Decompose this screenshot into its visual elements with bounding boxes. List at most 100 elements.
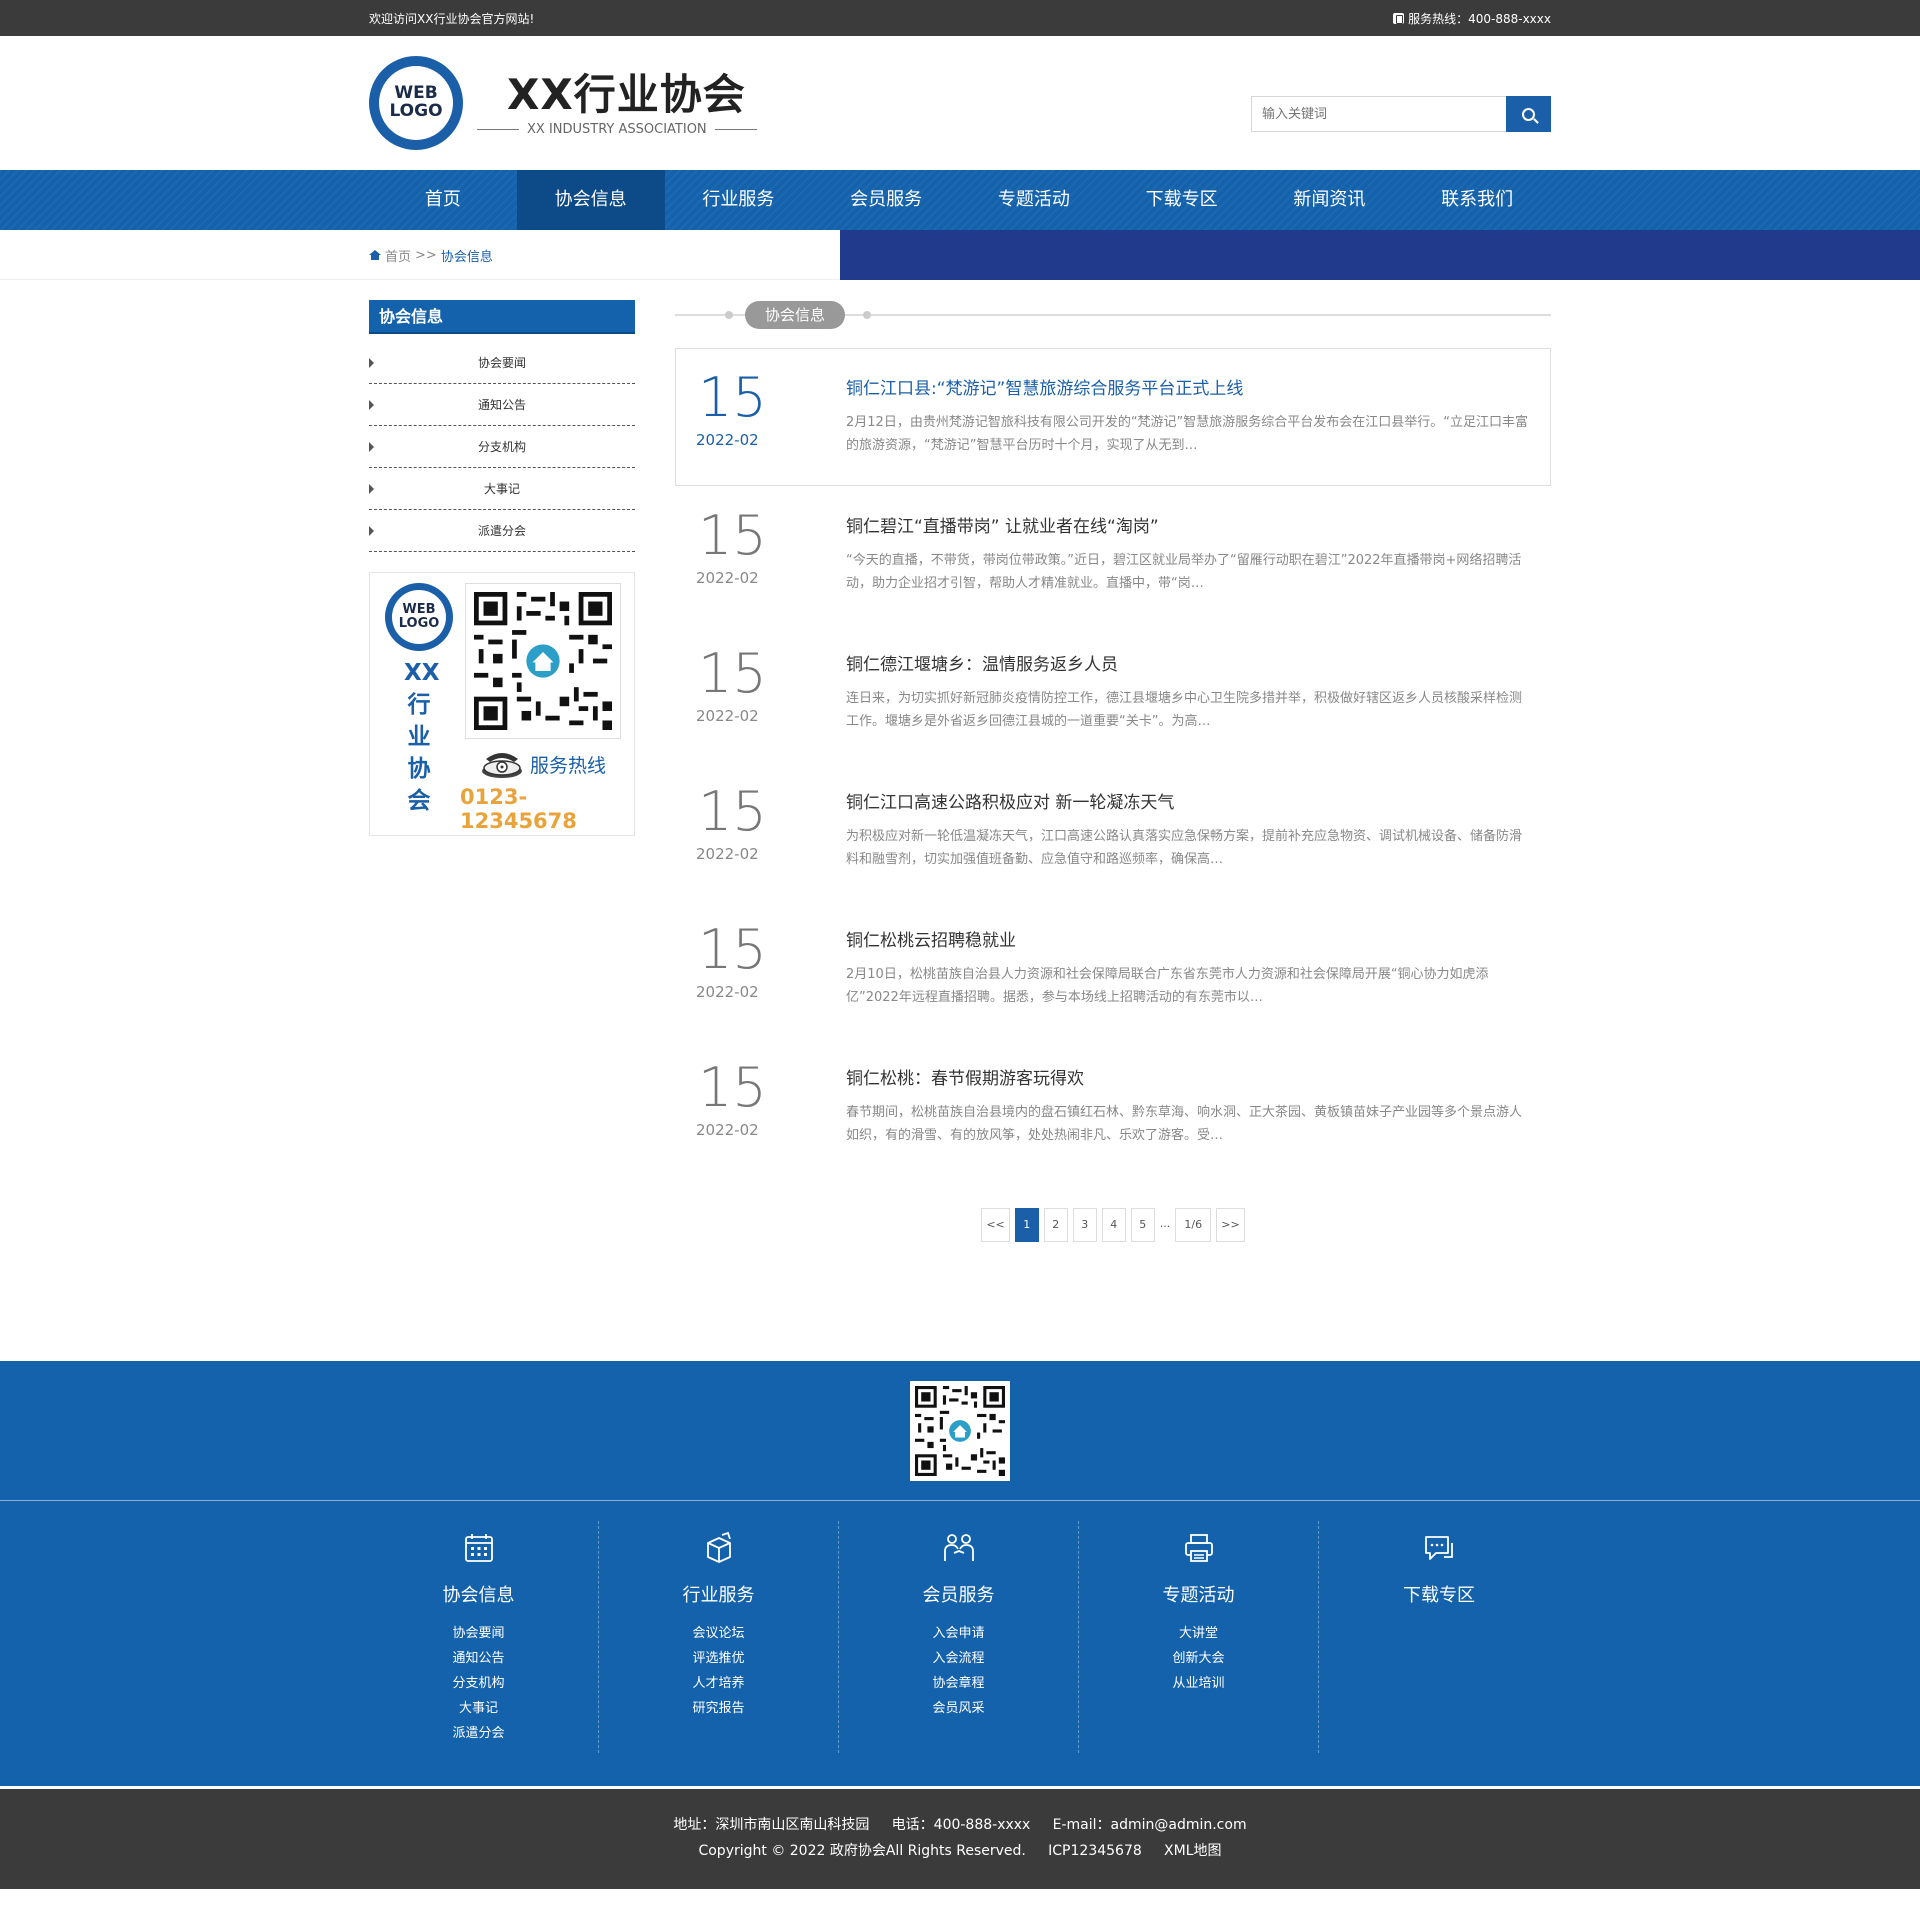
news-title[interactable]: 铜仁松桃：春节假期游客玩得欢 xyxy=(846,1059,1530,1099)
sidebar-item-chronicle[interactable]: 大事记 xyxy=(369,468,635,510)
calendar-icon xyxy=(464,1534,493,1562)
news-summary: 为积极应对新一轮低温凝冻天气，江口高速公路认真落实应急保畅方案，提前补充应急物资… xyxy=(846,829,1523,867)
footer-sitemap-link[interactable]: XML地图 xyxy=(1164,1843,1221,1859)
site-name: XX行业协会 xyxy=(507,69,746,119)
news-summary: “今天的直播，不带货，带岗位带政策。”近日，碧江区就业局举办了“留雁行动职在碧江… xyxy=(846,553,1522,591)
news-item[interactable]: 15 2022-02 铜仁松桃：春节假期游客玩得欢 春节期间，松桃苗族自治县境内… xyxy=(675,1038,1551,1176)
footer-divider xyxy=(0,1500,1920,1501)
qr-code-icon xyxy=(915,1386,1005,1476)
search-input[interactable] xyxy=(1251,96,1506,132)
sidebar-item-branches[interactable]: 分支机构 xyxy=(369,426,635,468)
caret-right-icon xyxy=(369,526,374,536)
section-header: 协会信息 xyxy=(675,300,1551,330)
footer-link[interactable]: 从业培训 xyxy=(1079,1671,1318,1696)
news-item[interactable]: 15 2022-02 铜仁松桃云招聘稳就业 2月10日，松桃苗族自治县人力资源和… xyxy=(675,900,1551,1038)
footer-link[interactable]: 会议论坛 xyxy=(599,1621,838,1646)
news-title[interactable]: 铜仁德江堰塘乡：温情服务返乡人员 xyxy=(846,645,1530,685)
home-icon xyxy=(369,250,381,260)
nav-item-downloads[interactable]: 下载专区 xyxy=(1108,170,1256,230)
footer-bottom: 地址：深圳市南山区南山科技园 电话：400-888-xxxx E-mail：ad… xyxy=(0,1789,1920,1889)
news-title[interactable]: 铜仁江口县:“梵游记”智慧旅游综合服务平台正式上线 xyxy=(846,369,1530,409)
footer-contact-line: 地址：深圳市南山区南山科技园 电话：400-888-xxxx E-mail：ad… xyxy=(0,1812,1920,1838)
news-summary: 2月12日，由贵州梵游记智旅科技有限公司开发的“梵游记”智慧旅游服务综合平台发布… xyxy=(846,415,1529,453)
footer-link[interactable]: 研究报告 xyxy=(599,1696,838,1721)
sidebar-item-news[interactable]: 协会要闻 xyxy=(369,342,635,384)
vertical-char: 业 xyxy=(407,724,431,750)
site-logo[interactable]: WEB LOGO xyxy=(369,56,463,150)
card-logo-line1: WEB xyxy=(402,602,436,618)
nav-item-industry-service[interactable]: 行业服务 xyxy=(665,170,813,230)
footer-link[interactable]: 入会流程 xyxy=(839,1646,1078,1671)
footer-col-title[interactable]: 协会信息 xyxy=(359,1581,598,1607)
breadcrumb-current[interactable]: 协会信息 xyxy=(441,246,493,265)
pager-prev[interactable]: << xyxy=(981,1208,1010,1242)
search-button[interactable] xyxy=(1506,96,1551,132)
footer-link[interactable]: 入会申请 xyxy=(839,1621,1078,1646)
nav-item-news[interactable]: 新闻资讯 xyxy=(1256,170,1404,230)
pager-page-1[interactable]: 1 xyxy=(1014,1208,1039,1242)
news-item[interactable]: 15 2022-02 铜仁德江堰塘乡：温情服务返乡人员 连日来，为切实抓好新冠肺… xyxy=(675,624,1551,762)
news-day: 15 xyxy=(698,918,767,981)
footer-link[interactable]: 派遣分会 xyxy=(359,1721,598,1746)
news-day: 15 xyxy=(698,780,767,843)
nav-item-home[interactable]: 首页 xyxy=(369,170,517,230)
news-year-month: 2022-02 xyxy=(696,569,759,587)
pager-page-2[interactable]: 2 xyxy=(1043,1208,1068,1242)
logo-line2: LOGO xyxy=(389,101,443,121)
nav-item-contact[interactable]: 联系我们 xyxy=(1403,170,1551,230)
sidebar-item-notices[interactable]: 通知公告 xyxy=(369,384,635,426)
footer-col-title[interactable]: 专题活动 xyxy=(1079,1581,1318,1607)
footer-link[interactable]: 协会章程 xyxy=(839,1671,1078,1696)
nav-item-member-service[interactable]: 会员服务 xyxy=(812,170,960,230)
footer-link[interactable]: 会员风采 xyxy=(839,1696,1078,1721)
news-year-month: 2022-02 xyxy=(696,1121,759,1139)
printer-icon xyxy=(1184,1534,1213,1562)
footer-link[interactable]: 大讲堂 xyxy=(1079,1621,1318,1646)
pager-page-5[interactable]: 5 xyxy=(1130,1208,1155,1242)
footer-link[interactable]: 人才培养 xyxy=(599,1671,838,1696)
news-item[interactable]: 15 2022-02 铜仁碧江“直播带岗” 让就业者在线“淘岗” “今天的直播，… xyxy=(675,486,1551,624)
news-title[interactable]: 铜仁碧江“直播带岗” 让就业者在线“淘岗” xyxy=(846,507,1530,547)
footer-link[interactable]: 大事记 xyxy=(359,1696,598,1721)
news-title[interactable]: 铜仁江口高速公路积极应对 新一轮凝冻天气 xyxy=(846,783,1530,823)
nav-item-association-info[interactable]: 协会信息 xyxy=(516,170,665,230)
caret-right-icon xyxy=(369,400,374,410)
brand[interactable]: WEB LOGO XX行业协会 XX INDUSTRY ASSOCIATION xyxy=(369,56,757,150)
footer-link[interactable]: 评选推优 xyxy=(599,1646,838,1671)
pager-page-3[interactable]: 3 xyxy=(1072,1208,1097,1242)
nav-item-events[interactable]: 专题活动 xyxy=(960,170,1108,230)
footer-icp[interactable]: ICP12345678 xyxy=(1048,1843,1142,1859)
news-year-month: 2022-02 xyxy=(696,845,759,863)
card-hotline-label: 服务热线 xyxy=(529,754,606,777)
footer-copyright-line: Copyright © 2022 政府协会All Rights Reserved… xyxy=(0,1838,1920,1864)
pager-next[interactable]: >> xyxy=(1216,1208,1245,1242)
news-day: 15 xyxy=(698,642,767,705)
news-day: 15 xyxy=(698,366,767,429)
top-hotline: 服务热线：400-888-xxxx xyxy=(1393,10,1551,27)
news-item[interactable]: 15 2022-02 铜仁江口高速公路积极应对 新一轮凝冻天气 为积极应对新一轮… xyxy=(675,762,1551,900)
footer-email[interactable]: E-mail：admin@admin.com xyxy=(1053,1817,1247,1833)
sidebar-item-dispatch-branch[interactable]: 派遣分会 xyxy=(369,510,635,552)
footer-link[interactable]: 通知公告 xyxy=(359,1646,598,1671)
breadcrumb-home[interactable]: 首页 xyxy=(385,246,411,265)
pager-page-4[interactable]: 4 xyxy=(1101,1208,1126,1242)
footer-link[interactable]: 创新大会 xyxy=(1079,1646,1318,1671)
news-item[interactable]: 15 2022-02 铜仁江口县:“梵游记”智慧旅游综合服务平台正式上线 2月1… xyxy=(675,348,1551,486)
footer-col-title[interactable]: 下载专区 xyxy=(1319,1581,1559,1607)
search-icon xyxy=(1522,107,1535,121)
news-title[interactable]: 铜仁松桃云招聘稳就业 xyxy=(846,921,1530,961)
site-footer: 协会信息 协会要闻 通知公告 分支机构 大事记 派遣分会 行业服务 会议论坛 评… xyxy=(0,1361,1920,1786)
footer-link[interactable]: 分支机构 xyxy=(359,1671,598,1696)
sidebar-item-label: 协会要闻 xyxy=(477,356,526,370)
sidebar-item-label: 大事记 xyxy=(483,482,520,496)
main-nav: 首页 协会信息 行业服务 会员服务 专题活动 下载专区 新闻资讯 联系我们 xyxy=(0,170,1920,230)
news-year-month: 2022-02 xyxy=(696,983,759,1001)
footer-col-title[interactable]: 会员服务 xyxy=(839,1581,1078,1607)
news-date: 15 2022-02 xyxy=(696,783,846,899)
breadcrumb-strip: 首页 >> 协会信息 xyxy=(0,230,1920,280)
footer-link[interactable]: 协会要闻 xyxy=(359,1621,598,1646)
news-date: 15 2022-02 xyxy=(696,921,846,1037)
footer-copyright: Copyright © 2022 政府协会All Rights Reserved… xyxy=(698,1843,1026,1859)
footer-col-member-service: 会员服务 入会申请 入会流程 协会章程 会员风采 xyxy=(839,1521,1079,1753)
footer-col-title[interactable]: 行业服务 xyxy=(599,1581,838,1607)
